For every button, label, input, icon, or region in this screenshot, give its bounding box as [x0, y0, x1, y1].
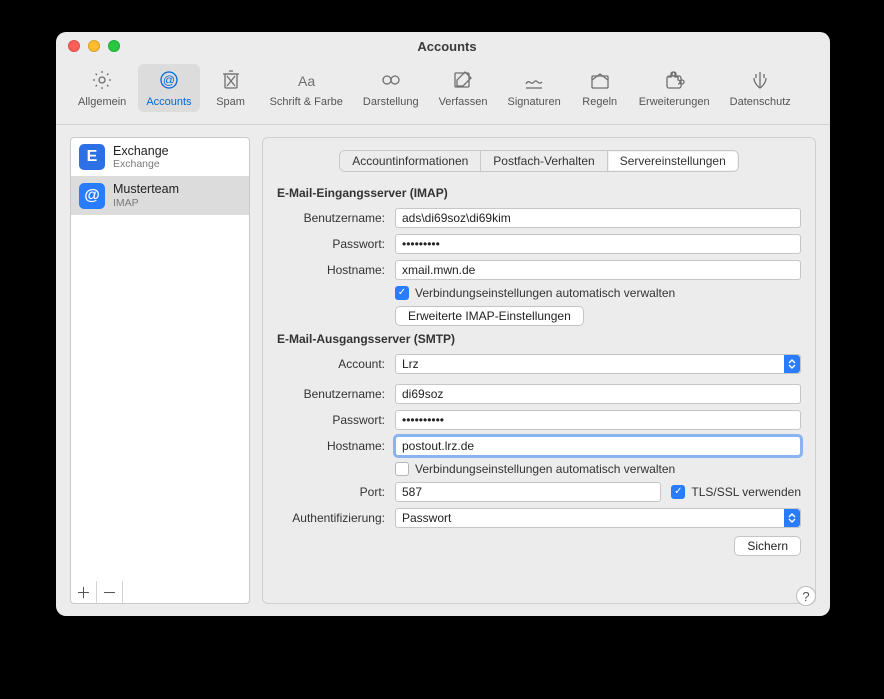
chevron-updown-icon: [784, 509, 800, 527]
toolbar-label: Erweiterungen: [639, 96, 710, 108]
imap-host-field[interactable]: [395, 260, 801, 280]
account-list: E Exchange Exchange @ Musterteam IMAP: [70, 137, 250, 585]
smtp-account-select[interactable]: Lrz: [395, 354, 801, 374]
checkbox-icon: [395, 462, 409, 476]
tab-account-info[interactable]: Accountinformationen: [340, 151, 481, 171]
label-imap-user: Benutzername:: [277, 211, 395, 225]
imap-auto-label: Verbindungseinstellungen automatisch ver…: [415, 286, 675, 300]
account-type: Exchange: [113, 158, 169, 170]
smtp-port-field[interactable]: [395, 482, 661, 502]
chevron-updown-icon: [784, 355, 800, 373]
smtp-auth-value: Passwort: [396, 511, 784, 525]
tls-checkbox[interactable]: TLS/SSL verwenden: [671, 485, 801, 499]
label-smtp-pass: Passwort:: [277, 413, 395, 427]
toolbar-item-spam[interactable]: Spam: [204, 64, 258, 112]
imap-advanced-button[interactable]: Erweiterte IMAP-Einstellungen: [395, 306, 584, 326]
settings-panel: Accountinformationen Postfach-Verhalten …: [262, 137, 816, 604]
smtp-auto-label: Verbindungseinstellungen automatisch ver…: [415, 462, 675, 476]
imap-auto-connection-checkbox[interactable]: Verbindungseinstellungen automatisch ver…: [395, 286, 801, 300]
toolbar-label: Allgemein: [78, 96, 126, 108]
window-body: E Exchange Exchange @ Musterteam IMAP ＋ …: [56, 125, 830, 616]
toolbar-label: Datenschutz: [730, 96, 791, 108]
toolbar-label: Regeln: [582, 96, 617, 108]
account-row-musterteam[interactable]: @ Musterteam IMAP: [71, 176, 249, 214]
remove-account-button[interactable]: －: [97, 581, 123, 603]
toolbar-item-fonts[interactable]: Aa Schrift & Farbe: [262, 64, 351, 112]
label-smtp-host: Hostname:: [277, 439, 395, 453]
toolbar-label: Schrift & Farbe: [270, 96, 343, 108]
imap-user-field[interactable]: [395, 208, 801, 228]
help-button[interactable]: ?: [796, 586, 816, 606]
exchange-icon: E: [79, 144, 105, 170]
label-smtp-auth: Authentifizierung:: [277, 511, 395, 525]
account-type: IMAP: [113, 197, 179, 209]
label-smtp-user: Benutzername:: [277, 387, 395, 401]
toolbar-label: Darstellung: [363, 96, 419, 108]
toolbar-item-extensions[interactable]: Erweiterungen: [631, 64, 718, 112]
toolbar-label: Accounts: [146, 96, 191, 108]
tab-mailbox-behaviour[interactable]: Postfach-Verhalten: [481, 151, 607, 171]
toolbar-label: Spam: [216, 96, 245, 108]
at-icon: @: [79, 183, 105, 209]
label-imap-host: Hostname:: [277, 263, 395, 277]
checkbox-icon: [671, 485, 685, 499]
titlebar: Accounts: [56, 32, 830, 60]
svg-text:@: @: [163, 73, 175, 87]
account-row-exchange[interactable]: E Exchange Exchange: [71, 138, 249, 176]
label-smtp-port: Port:: [277, 485, 395, 499]
save-button[interactable]: Sichern: [734, 536, 801, 556]
account-name: Musterteam: [113, 182, 179, 196]
toolbar-label: Signaturen: [507, 96, 560, 108]
smtp-user-field[interactable]: [395, 384, 801, 404]
toolbar-item-rules[interactable]: Regeln: [573, 64, 627, 112]
label-smtp-account: Account:: [277, 357, 395, 371]
preferences-window: Accounts Allgemein @ Accounts Spam Aa Sc…: [56, 32, 830, 616]
toolbar-label: Verfassen: [439, 96, 488, 108]
imap-pass-field[interactable]: [395, 234, 801, 254]
smtp-host-field[interactable]: [395, 436, 801, 456]
label-imap-pass: Passwort:: [277, 237, 395, 251]
add-account-button[interactable]: ＋: [71, 581, 97, 603]
preferences-toolbar: Allgemein @ Accounts Spam Aa Schrift & F…: [56, 60, 830, 125]
toolbar-item-viewing[interactable]: Darstellung: [355, 64, 427, 112]
svg-text:Aa: Aa: [298, 73, 315, 89]
imap-heading: E-Mail-Eingangsserver (IMAP): [277, 186, 801, 200]
window-title: Accounts: [76, 39, 818, 54]
tls-label: TLS/SSL verwenden: [691, 485, 801, 499]
smtp-auto-connection-checkbox[interactable]: Verbindungseinstellungen automatisch ver…: [395, 462, 801, 476]
sidebar-footer: ＋ －: [70, 581, 250, 604]
toolbar-item-privacy[interactable]: Datenschutz: [722, 64, 799, 112]
accounts-sidebar: E Exchange Exchange @ Musterteam IMAP ＋ …: [70, 137, 250, 604]
smtp-heading: E-Mail-Ausgangsserver (SMTP): [277, 332, 801, 346]
toolbar-item-signatures[interactable]: Signaturen: [499, 64, 568, 112]
smtp-pass-field[interactable]: [395, 410, 801, 430]
toolbar-item-compose[interactable]: Verfassen: [431, 64, 496, 112]
account-name: Exchange: [113, 144, 169, 158]
smtp-auth-select[interactable]: Passwort: [395, 508, 801, 528]
tab-bar: Accountinformationen Postfach-Verhalten …: [277, 150, 801, 172]
toolbar-item-accounts[interactable]: @ Accounts: [138, 64, 199, 112]
checkbox-icon: [395, 286, 409, 300]
tab-server-settings[interactable]: Servereinstellungen: [608, 151, 738, 171]
toolbar-item-general[interactable]: Allgemein: [70, 64, 134, 112]
smtp-account-value: Lrz: [396, 357, 784, 371]
